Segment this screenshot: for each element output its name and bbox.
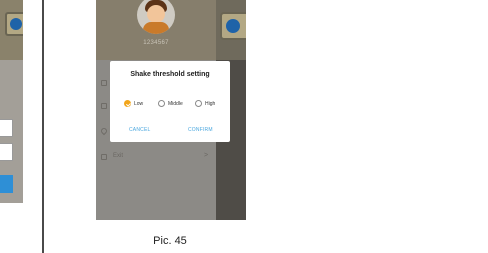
cancel-button[interactable]: CANCEL bbox=[129, 127, 150, 133]
chevron-right-icon: > bbox=[204, 152, 209, 159]
option-label: Middle bbox=[168, 100, 183, 107]
left-phone-button[interactable] bbox=[0, 175, 13, 193]
profile-header: 1234567 bbox=[96, 0, 216, 60]
radio-unchecked-icon[interactable] bbox=[195, 100, 202, 107]
option-label: Low bbox=[134, 100, 144, 107]
option-high[interactable]: High bbox=[195, 100, 215, 107]
lock-icon bbox=[220, 12, 246, 40]
heart-icon bbox=[99, 126, 109, 136]
figure-caption: Pic. 45 bbox=[0, 235, 340, 247]
confirm-button[interactable]: CONFIRM bbox=[188, 127, 213, 133]
caption-text: Pic. 45 bbox=[153, 235, 187, 247]
option-label: High bbox=[205, 100, 216, 107]
radio-unchecked-icon[interactable] bbox=[158, 100, 165, 107]
option-low[interactable]: Low bbox=[124, 100, 143, 107]
dialog-title: Shake threshold setting bbox=[130, 71, 210, 78]
exit-icon bbox=[101, 154, 107, 160]
device-icon bbox=[101, 80, 107, 86]
page-divider bbox=[42, 0, 44, 253]
left-phone-screenshot bbox=[0, 0, 23, 203]
shake-threshold-dialog: Shake threshold setting Low Middle High … bbox=[110, 61, 230, 142]
menu-item-exit[interactable]: Exit bbox=[113, 153, 123, 159]
left-phone-input-field[interactable] bbox=[0, 119, 13, 137]
avatar bbox=[137, 0, 175, 34]
lock-icon bbox=[5, 12, 23, 36]
radio-checked-icon[interactable] bbox=[124, 100, 131, 107]
list-icon bbox=[101, 103, 107, 109]
option-middle[interactable]: Middle bbox=[158, 100, 183, 107]
user-id: 1234567 bbox=[143, 40, 169, 46]
left-phone-input-field[interactable] bbox=[0, 143, 13, 161]
